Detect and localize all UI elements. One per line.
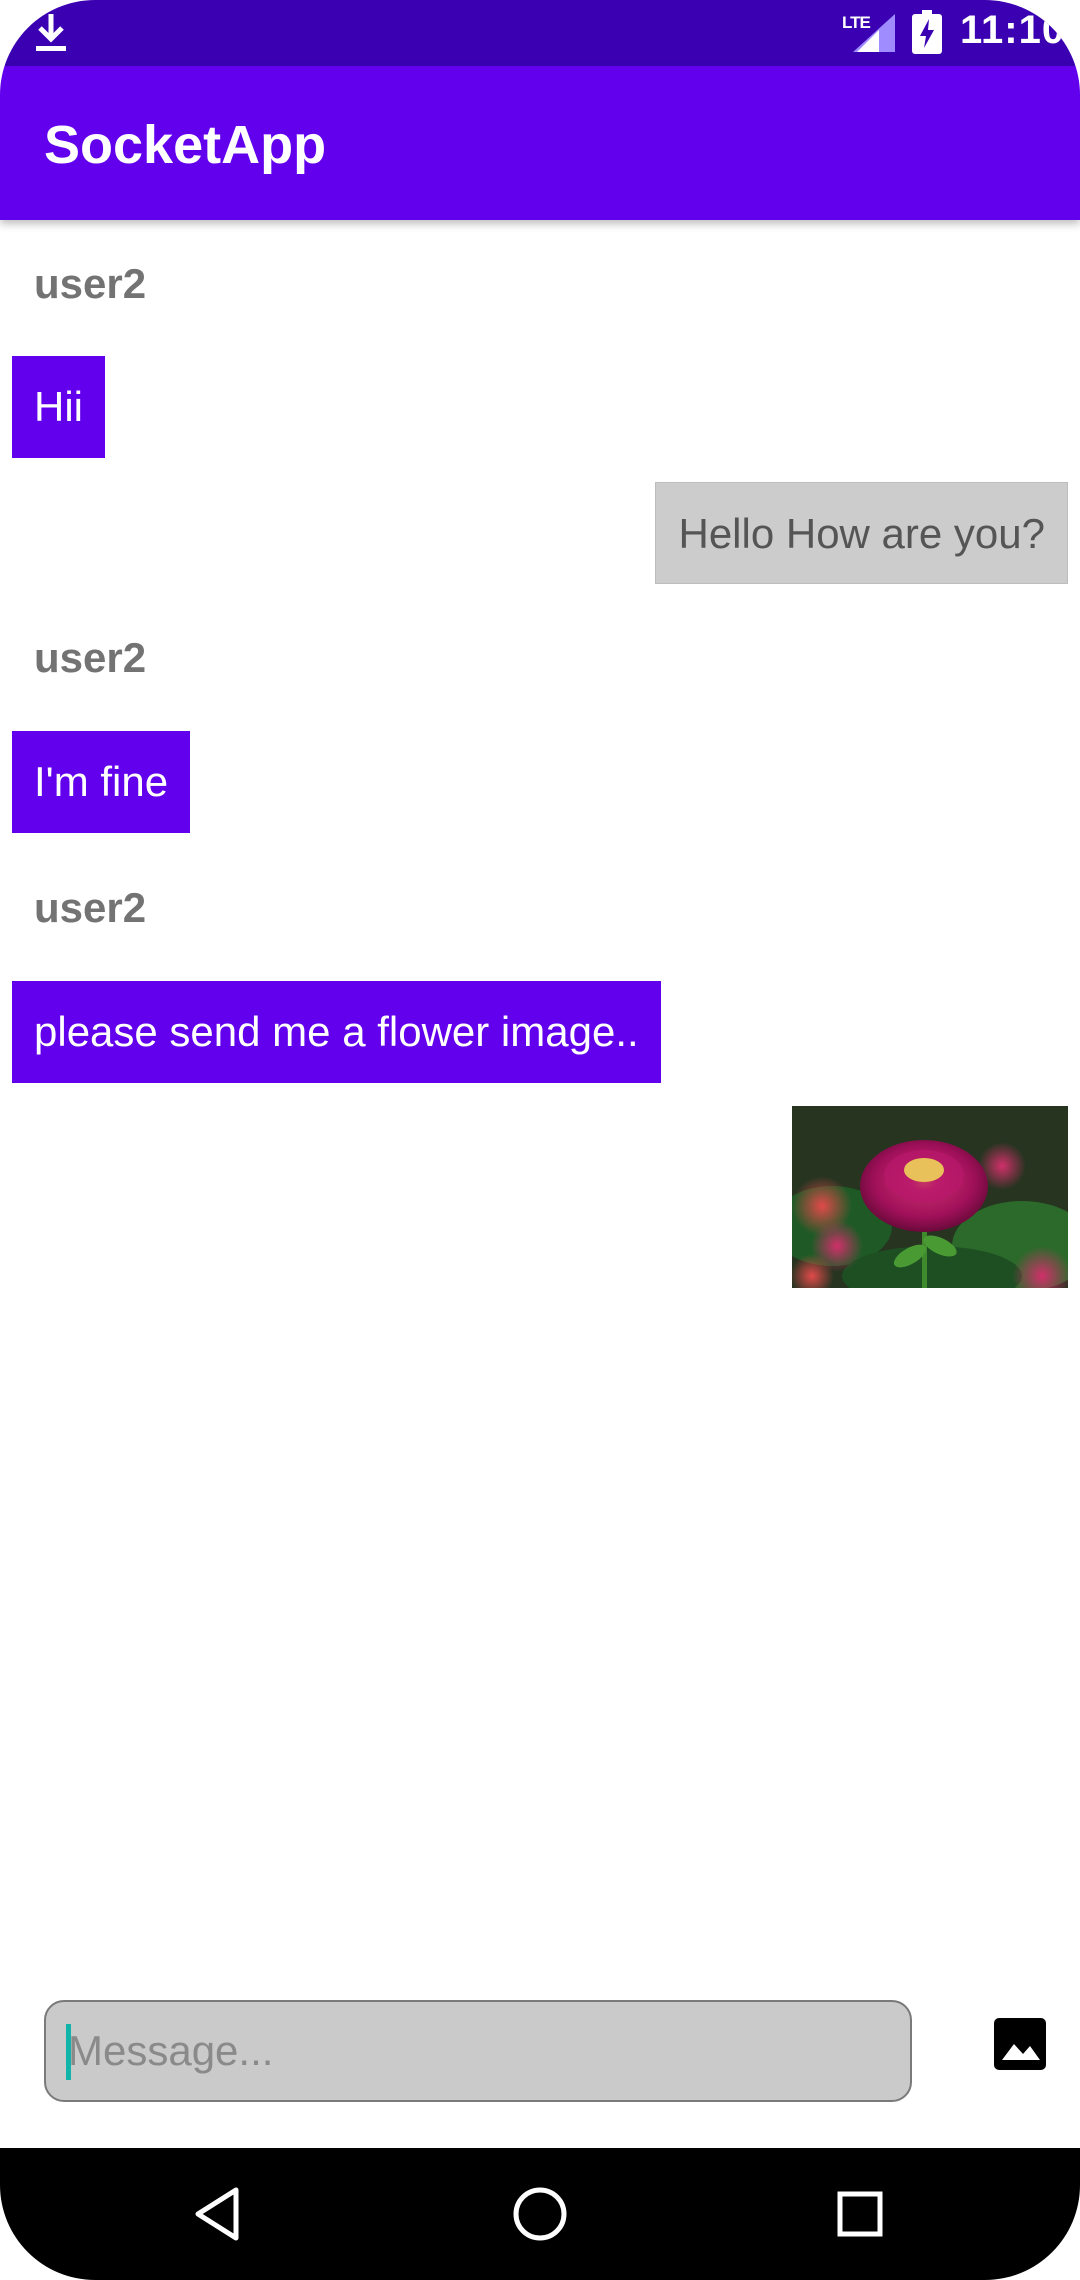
outgoing-message[interactable]: Hello How are you?: [655, 482, 1068, 584]
app-title: SocketApp: [44, 115, 327, 175]
status-bar: LTE 11:10: [0, 0, 1080, 66]
app-bar: SocketApp: [0, 66, 1080, 220]
status-time: 11:10: [960, 8, 1066, 52]
incoming-message[interactable]: please send me a flower image..: [12, 981, 661, 1083]
phone-screen: LTE 11:10 SocketApp user2 Hii Hello How …: [0, 0, 1080, 2280]
image-icon[interactable]: [992, 2016, 1048, 2072]
message-input[interactable]: [44, 2000, 912, 2102]
back-icon[interactable]: [188, 2182, 252, 2246]
text-cursor: [66, 2024, 71, 2080]
recents-icon[interactable]: [828, 2182, 892, 2246]
home-icon[interactable]: [508, 2182, 572, 2246]
navigation-bar: [0, 2148, 1080, 2280]
sender-name: user2: [34, 634, 147, 681]
sender-name: user2: [34, 884, 147, 931]
flower-photo: [792, 1106, 1068, 1288]
download-icon: [36, 14, 66, 51]
incoming-message[interactable]: Hii: [12, 356, 105, 458]
battery-charging-icon: [912, 10, 942, 54]
incoming-message[interactable]: I'm fine: [12, 731, 191, 833]
sender-name: user2: [34, 260, 147, 307]
message-composer: [0, 1990, 1080, 2114]
flower-image-message[interactable]: [792, 1106, 1068, 1288]
signal-icon: [853, 14, 895, 52]
